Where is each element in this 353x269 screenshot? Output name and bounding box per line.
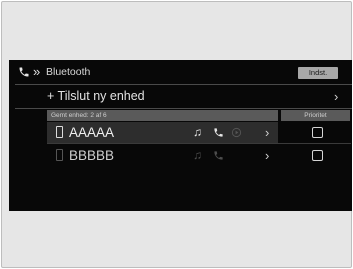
- divider: [15, 108, 352, 109]
- priority-column-header: Prioritet: [281, 110, 350, 121]
- connect-new-device-row[interactable]: + Tilslut ny enhed ›: [9, 86, 352, 107]
- device-row-aaaaa[interactable]: AAAAA ♫ ›: [47, 122, 278, 143]
- priority-checkbox[interactable]: [312, 150, 323, 161]
- connect-new-device-label: + Tilslut ny enhed: [47, 89, 145, 103]
- saved-devices-count: Gemt enhed: 2 af 6: [47, 110, 278, 121]
- header-bar: » Bluetooth Indst.: [9, 60, 352, 85]
- page-title: Bluetooth: [46, 66, 91, 78]
- phone-icon: [214, 128, 223, 137]
- music-note-icon: ♫: [193, 125, 202, 139]
- device-name: AAAAA: [69, 125, 115, 140]
- phone-icon: [19, 67, 29, 77]
- phone-device-icon: [56, 149, 63, 161]
- play-icon: [231, 127, 242, 138]
- divider: [15, 84, 352, 85]
- breadcrumb-separator: »: [33, 64, 40, 79]
- phone-icon: [214, 151, 223, 160]
- phone-device-icon: [56, 126, 63, 138]
- chevron-right-icon: ›: [265, 148, 270, 163]
- chevron-right-icon: ›: [265, 125, 270, 140]
- chevron-right-icon: ›: [334, 89, 339, 104]
- infotainment-screen: » Bluetooth Indst. + Tilslut ny enhed › …: [9, 60, 352, 211]
- priority-checkbox[interactable]: [312, 127, 323, 138]
- device-name: BBBBB: [69, 148, 115, 163]
- settings-button[interactable]: Indst.: [298, 67, 338, 79]
- music-note-icon: ♫: [193, 148, 202, 162]
- device-row-bbbbb[interactable]: BBBBB ♫ ›: [47, 145, 278, 166]
- divider: [47, 143, 351, 144]
